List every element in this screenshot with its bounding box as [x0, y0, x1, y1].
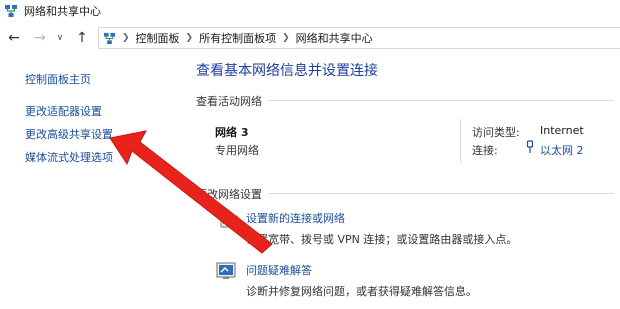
- chevron-right-icon[interactable]: ❯: [122, 33, 130, 43]
- window-title: 网络和共享中心: [24, 5, 101, 18]
- breadcrumb-all-items[interactable]: 所有控制面板项: [199, 30, 276, 46]
- access-type-value: Internet: [540, 124, 584, 137]
- network-setup-icon: [216, 208, 238, 228]
- breadcrumb-network-center[interactable]: 网络和共享中心: [296, 30, 373, 46]
- chevron-right-icon[interactable]: ❯: [282, 33, 290, 43]
- connections-label: 连接:: [472, 144, 498, 157]
- divider: [268, 100, 614, 101]
- setup-new-connection-description: 设置宽带、拨号或 VPN 连接；或设置路由器或接入点。: [246, 233, 518, 246]
- change-settings-heading: 更改网络设置: [196, 188, 262, 201]
- sidebar-item-advanced-sharing[interactable]: 更改高级共享设置: [25, 126, 113, 142]
- address-bar[interactable]: ❯ 控制面板 ❯ 所有控制面板项 ❯ 网络和共享中心: [98, 27, 620, 49]
- network-type: 专用网络: [215, 144, 259, 157]
- sidebar-item-control-panel-home[interactable]: 控制面板主页: [25, 71, 91, 87]
- troubleshoot-description: 诊断并修复网络问题，或者获得疑难解答信息。: [246, 285, 477, 298]
- divider: [268, 193, 614, 194]
- sidebar-item-media-streaming[interactable]: 媒体流式处理选项: [25, 149, 113, 165]
- connection-ethernet-link[interactable]: 以太网 2: [540, 142, 584, 158]
- troubleshoot-link[interactable]: 问题疑难解答: [246, 262, 312, 278]
- active-networks-heading: 查看活动网络: [196, 95, 262, 108]
- chevron-down-icon[interactable]: ∨: [51, 28, 69, 48]
- title-bar: 网络和共享中心: [0, 0, 620, 22]
- ethernet-icon: [526, 140, 534, 153]
- chevron-right-icon[interactable]: ❯: [186, 33, 194, 43]
- network-icon: [5, 5, 17, 17]
- page-title: 查看基本网络信息并设置连接: [196, 63, 378, 79]
- arrow-up-icon[interactable]: ↑: [73, 28, 91, 48]
- sidebar-item-adapter-settings[interactable]: 更改适配器设置: [25, 103, 102, 119]
- arrow-right-icon[interactable]: →: [31, 28, 49, 48]
- divider: [460, 119, 461, 163]
- navigation-bar: ← → ∨ ↑ ❯ 控制面板 ❯ 所有控制面板项 ❯ 网络和共享中心: [0, 26, 620, 50]
- network-icon: [103, 32, 116, 44]
- setup-new-connection-link[interactable]: 设置新的连接或网络: [246, 210, 345, 226]
- breadcrumb-control-panel[interactable]: 控制面板: [136, 30, 180, 46]
- network-name: 网络 3: [215, 126, 249, 139]
- troubleshoot-icon: [216, 262, 236, 279]
- access-type-label: 访问类型:: [472, 126, 520, 139]
- arrow-left-icon[interactable]: ←: [5, 28, 23, 48]
